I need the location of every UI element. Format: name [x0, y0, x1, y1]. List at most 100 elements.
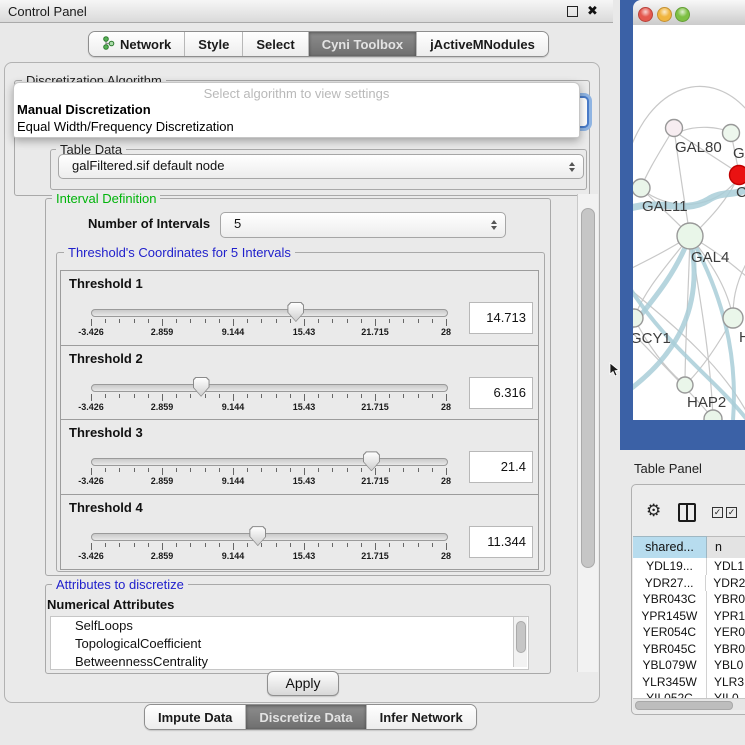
tab-style[interactable]: Style — [185, 32, 243, 56]
slider-thumb[interactable] — [249, 526, 266, 546]
slider-tick — [148, 394, 149, 398]
network-node[interactable] — [677, 223, 703, 249]
stepper-icon[interactable] — [569, 162, 575, 172]
slider-tick — [247, 468, 248, 472]
attribute-item[interactable]: SelfLoops — [51, 617, 528, 635]
table-cell[interactable]: YBL079W — [633, 657, 707, 674]
slider-tick-label: -3.426 — [67, 476, 115, 486]
table-cell[interactable]: YBR045C — [633, 641, 707, 658]
panel-scrollbar[interactable] — [577, 194, 598, 672]
tab-label: Select — [256, 37, 294, 52]
numerical-attributes-list[interactable]: SelfLoopsTopologicalCoefficientBetweenne… — [50, 616, 529, 670]
slider-tick — [347, 543, 348, 547]
table-cell[interactable]: YBR043C — [633, 591, 707, 608]
slider-tick — [332, 543, 333, 547]
network-node[interactable] — [633, 179, 650, 197]
network-window-titlebar[interactable] — [633, 0, 745, 26]
network-canvas[interactable]: GAL80GACGAL11GAL4GCY1HHAP2 — [633, 25, 745, 420]
panel-title: Control Panel — [8, 4, 87, 19]
slider-track[interactable] — [91, 309, 448, 317]
table-cell[interactable]: YBL0 — [707, 657, 743, 674]
network-node[interactable] — [723, 125, 740, 142]
tab-cyni-toolbox[interactable]: Cyni Toolbox — [309, 32, 417, 56]
tab-network[interactable]: Network — [89, 32, 185, 56]
stepper-icon[interactable] — [491, 220, 497, 230]
network-node[interactable] — [730, 166, 745, 185]
table-cell[interactable]: YPR1 — [707, 608, 745, 625]
slider-track[interactable] — [91, 458, 448, 466]
table-row[interactable]: YDL19...YDL1 — [633, 558, 745, 575]
num-intervals-select[interactable]: 5 — [220, 212, 506, 238]
column-header-name[interactable]: n — [707, 536, 745, 559]
threshold-value-field[interactable]: 11.344 — [469, 526, 533, 558]
table-cell[interactable]: YBR0 — [707, 591, 745, 608]
table-row[interactable]: YPR145WYPR1 — [633, 608, 745, 625]
slider-thumb[interactable] — [287, 302, 304, 322]
table-cell[interactable]: YPR145W — [633, 608, 707, 625]
table-cell[interactable]: YDL19... — [633, 558, 707, 575]
table-cell[interactable]: YDL1 — [707, 558, 744, 575]
table-cell[interactable]: YBR0 — [707, 641, 745, 658]
table-row[interactable]: YBL079WYBL0 — [633, 657, 745, 674]
network-node[interactable] — [666, 120, 683, 137]
threshold-panel: Threshold 2-3.4262.8599.14415.4321.71528… — [60, 345, 539, 421]
table-cell[interactable]: YLR3 — [707, 674, 744, 691]
table-row[interactable]: YLR345WYLR3 — [633, 674, 745, 691]
slider-tick-label: 28 — [422, 551, 470, 561]
interval-definition-label: Interval Definition — [52, 191, 160, 206]
float-window-icon[interactable] — [567, 6, 578, 17]
close-traffic-light[interactable] — [638, 7, 653, 22]
slider-track[interactable] — [91, 533, 448, 541]
node-table[interactable]: YDL19...YDL1YDR27...YDR2YBR043CYBR0YPR14… — [633, 558, 745, 699]
table-row[interactable]: YBR045CYBR0 — [633, 641, 745, 658]
algorithm-option[interactable]: Equal Width/Frequency Discretization — [17, 119, 582, 136]
threshold-value-field[interactable]: 14.713 — [469, 302, 533, 334]
algorithm-option[interactable]: Manual Discretization — [17, 102, 582, 119]
panel-scrollbar-thumb[interactable] — [581, 208, 595, 568]
slider-tick — [418, 543, 419, 547]
mouse-cursor — [609, 362, 621, 378]
network-node[interactable] — [723, 308, 743, 328]
slider-tick — [389, 543, 390, 547]
tab-infer-network[interactable]: Infer Network — [367, 705, 476, 729]
attribute-item[interactable]: BetweennessCentrality — [51, 653, 528, 670]
table-hscrollbar[interactable] — [633, 698, 745, 710]
checkbox-icon[interactable]: ✓ — [712, 507, 723, 518]
table-row[interactable]: YBR043CYBR0 — [633, 591, 745, 608]
table-data-select[interactable]: galFiltered.sif default node — [58, 154, 584, 179]
zoom-traffic-light[interactable] — [675, 7, 690, 22]
threshold-value-field[interactable]: 6.316 — [469, 377, 533, 409]
table-cell[interactable]: YLR345W — [633, 674, 707, 691]
network-node[interactable] — [677, 377, 693, 393]
split-panel-icon[interactable] — [678, 503, 696, 522]
table-row[interactable]: YER054CYER0 — [633, 624, 745, 641]
slider-track[interactable] — [91, 384, 448, 392]
tab-select[interactable]: Select — [243, 32, 308, 56]
table-cell[interactable]: YER054C — [633, 624, 707, 641]
gear-icon[interactable]: ⚙ — [646, 502, 661, 520]
attribute-item[interactable]: TopologicalCoefficient — [51, 635, 528, 653]
tab-impute-data[interactable]: Impute Data — [145, 705, 246, 729]
threshold-value-field[interactable]: 21.4 — [469, 451, 533, 483]
minimize-traffic-light[interactable] — [657, 7, 672, 22]
table-hscrollbar-thumb[interactable] — [635, 701, 733, 710]
slider-thumb[interactable] — [363, 451, 380, 471]
tab-discretize-data[interactable]: Discretize Data — [246, 705, 366, 729]
column-header-shared[interactable]: shared... — [633, 536, 707, 559]
slider-tick — [134, 394, 135, 398]
checkbox-icon[interactable]: ✓ — [726, 507, 737, 518]
table-cell[interactable]: YER0 — [707, 624, 745, 641]
slider-thumb[interactable] — [193, 377, 210, 397]
tab-jactivemnodules[interactable]: jActiveMNodules — [417, 32, 548, 56]
table-cell[interactable]: YDR27... — [633, 575, 706, 592]
close-icon[interactable]: ✖ — [587, 3, 598, 19]
slider-tick — [91, 394, 92, 401]
table-row[interactable]: YDR27...YDR2 — [633, 575, 745, 592]
apply-button[interactable]: Apply — [267, 671, 339, 696]
slider-tick-label: 21.715 — [351, 327, 399, 337]
tab-label: Impute Data — [158, 710, 232, 725]
threshold-panel: Threshold 1-3.4262.8599.14415.4321.71528… — [60, 270, 539, 346]
table-cell[interactable]: YDR2 — [706, 575, 745, 592]
attributes-scrollbar[interactable] — [513, 617, 527, 667]
attributes-scrollbar-thumb[interactable] — [516, 621, 526, 653]
